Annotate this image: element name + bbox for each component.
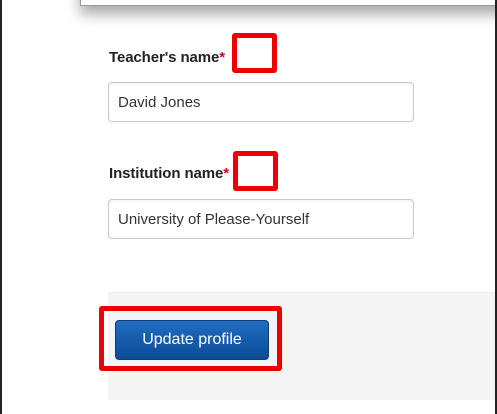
teacher-name-label-text: Teacher's name bbox=[109, 49, 220, 66]
institution-name-input[interactable] bbox=[108, 199, 414, 239]
highlight-box-institution-required bbox=[233, 151, 278, 191]
required-asterisk: * bbox=[219, 49, 226, 66]
form-frame: Teacher's name* Institution name* Update… bbox=[0, 0, 497, 414]
required-asterisk: * bbox=[223, 165, 229, 182]
update-profile-button[interactable]: Update profile bbox=[115, 320, 269, 360]
highlight-box-teacher-required bbox=[232, 33, 277, 73]
top-panel bbox=[80, 0, 495, 6]
institution-name-label-text: Institution name bbox=[109, 165, 224, 182]
teacher-name-label: Teacher's name* bbox=[109, 49, 225, 66]
teacher-name-input[interactable] bbox=[108, 82, 414, 122]
institution-name-label: Institution name* bbox=[109, 165, 229, 182]
